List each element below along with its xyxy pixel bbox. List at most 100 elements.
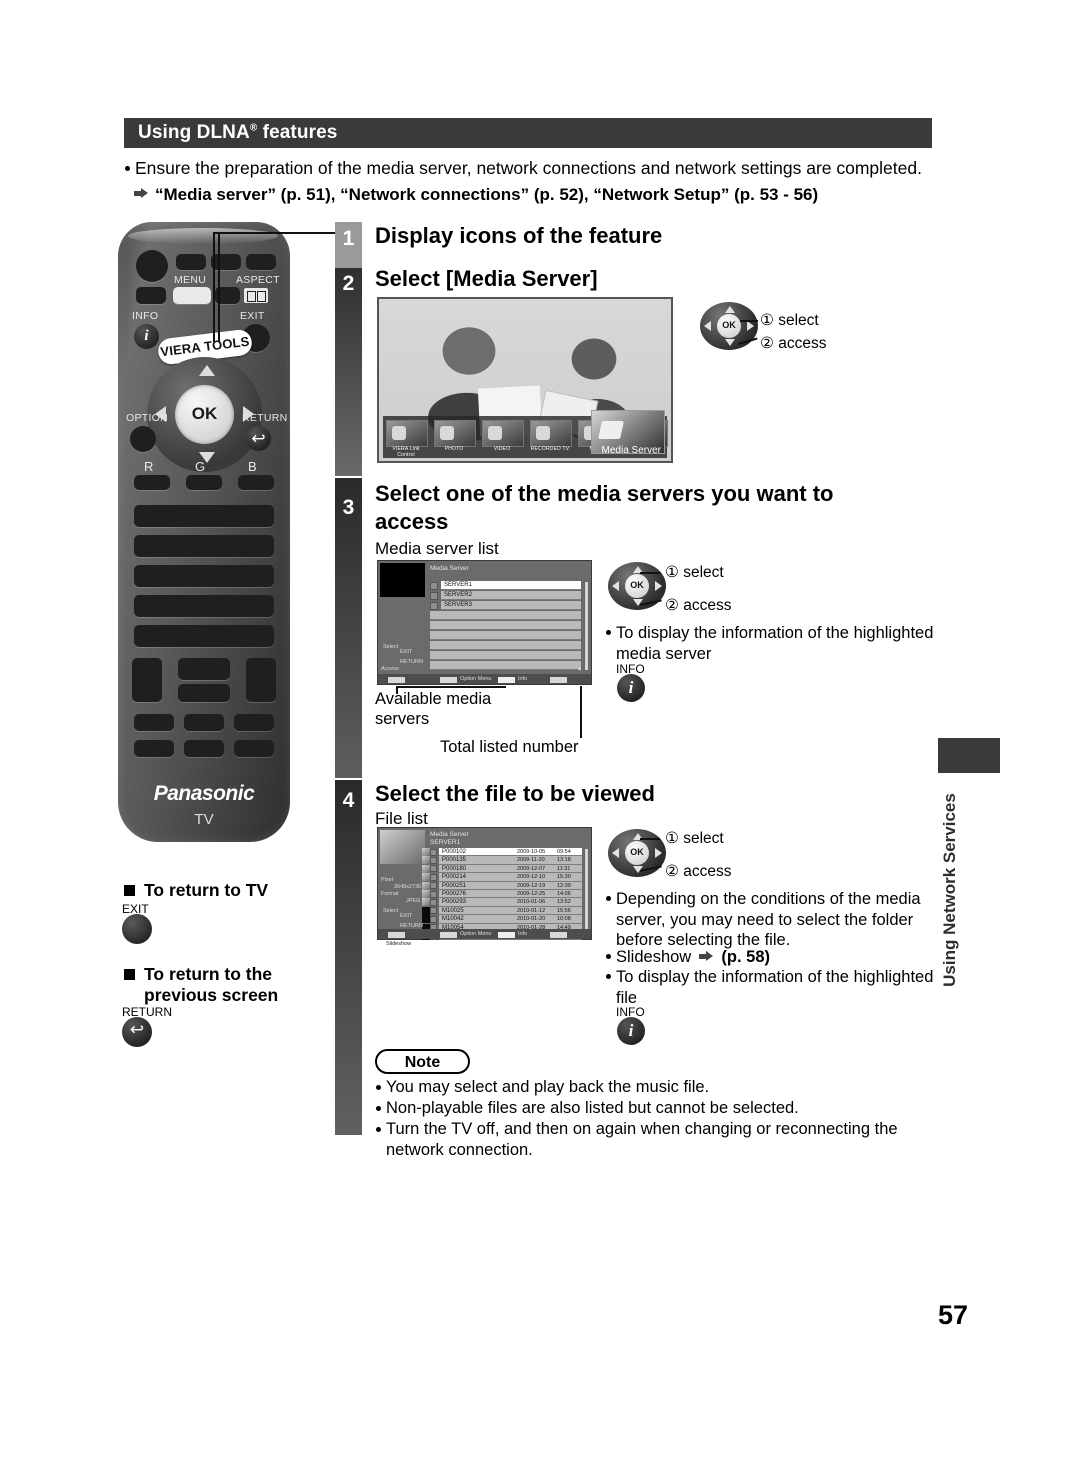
table-row[interactable]: SERVER3 [441, 601, 581, 610]
file-thumbnail [422, 848, 430, 856]
osd-title: Media Server [430, 831, 469, 838]
remote-control-illustration: MENU ASPECT INFO i EXIT VIERA TOOLS OK O… [118, 222, 290, 842]
note-item: Turn the TV off, and then on again when … [375, 1119, 931, 1161]
osd-footer-info[interactable]: Info [518, 675, 527, 683]
media-server-caption: Media Server [601, 445, 661, 456]
file-type-badge [430, 882, 437, 890]
remote-wide-button-5[interactable] [134, 625, 274, 647]
info-icon[interactable]: i [617, 674, 645, 702]
red-button[interactable] [134, 475, 170, 490]
icon-viera-link-control[interactable] [386, 420, 428, 447]
remote-center-button-1[interactable] [178, 658, 230, 680]
volume-rocker[interactable] [132, 658, 162, 702]
color-button-yellow[interactable] [498, 677, 515, 683]
scrollbar[interactable] [584, 848, 589, 930]
option-button[interactable] [130, 426, 156, 452]
table-row[interactable]: P000276 2009-12-25 14:06 [439, 890, 582, 899]
return-icon[interactable] [246, 426, 271, 451]
remote-center-button-2[interactable] [178, 684, 230, 702]
remote-bottom-button-4[interactable] [134, 740, 174, 757]
remote-bottom-button-6[interactable] [234, 740, 274, 757]
remote-bottom-button-1[interactable] [134, 714, 174, 731]
channel-rocker[interactable] [246, 658, 276, 702]
dpad-up-icon[interactable] [199, 365, 215, 376]
to-return-prev-heading: To return to the [124, 964, 272, 985]
file-time: 14:06 [557, 891, 571, 897]
file-date: 2009-12-19 [517, 882, 546, 889]
leader-line-step4-select [640, 838, 660, 840]
table-row[interactable]: P000214 2009-12-10 15:30 [439, 873, 582, 882]
caption-step2-access: ② access [760, 335, 827, 352]
ok-button-icon: OK [625, 574, 649, 598]
info-icon[interactable]: i [134, 324, 159, 349]
dpad-callout-step4: OK [608, 829, 666, 877]
scrollbar[interactable] [584, 581, 589, 671]
table-row[interactable]: P000251 2009-12-19 12:39 [439, 881, 582, 890]
color-button-green[interactable] [440, 677, 457, 683]
table-row[interactable]: P000102 2009-10-05 09:54 [439, 848, 582, 857]
remote-wide-button-3[interactable] [134, 565, 274, 587]
osd-footer-info[interactable]: Info [518, 930, 527, 938]
table-row[interactable]: M10042 2010-01-20 10:08 [439, 915, 582, 924]
file-type-badge [430, 915, 437, 923]
remote-top-button-2[interactable] [211, 254, 241, 270]
table-row-empty [430, 641, 581, 650]
dpad-right-icon [655, 581, 662, 591]
color-button-green[interactable] [440, 932, 457, 938]
table-row[interactable]: P000180 2009-12-07 11:31 [439, 864, 582, 874]
aspect-button[interactable] [244, 288, 268, 303]
blue-button[interactable] [238, 475, 274, 490]
remote-top-button-3[interactable] [246, 254, 276, 270]
remote-left-button[interactable] [136, 287, 166, 304]
power-button[interactable] [136, 250, 168, 282]
page-number: 57 [937, 1300, 968, 1330]
file-thumbnail [422, 898, 430, 907]
green-button[interactable] [186, 475, 222, 490]
file-date: 2009-12-10 [517, 874, 546, 881]
color-button-red[interactable] [388, 932, 405, 938]
icon-label-viera-link-control: VIERA Link Control [392, 446, 420, 458]
table-row[interactable]: P000135 2009-11-20 13:18 [439, 856, 582, 865]
exit-button-icon[interactable] [122, 914, 152, 944]
caption-step3-select: ① select [665, 564, 724, 581]
menu-button[interactable] [173, 287, 211, 304]
ok-button[interactable]: OK [175, 385, 234, 444]
color-button-blue[interactable] [550, 932, 567, 938]
color-button-blue[interactable] [550, 677, 567, 683]
remote-bottom-button-5[interactable] [184, 740, 224, 757]
remote-wide-button-2[interactable] [134, 535, 274, 557]
icon-video[interactable] [482, 420, 524, 447]
info-icon[interactable]: i [617, 1017, 645, 1045]
table-row[interactable]: SERVER1 [441, 581, 581, 590]
color-button-yellow[interactable] [498, 932, 515, 938]
icon-recorded-tv[interactable] [530, 420, 572, 447]
osd-footer-slideshow[interactable]: Slideshow [386, 940, 411, 948]
step-4-heading: Select the file to be viewed [375, 781, 655, 806]
color-button-red[interactable] [388, 677, 405, 683]
icon-label-video: VIDEO [493, 446, 511, 452]
remote-wide-button-4[interactable] [134, 595, 274, 617]
osd-footer-option-menu[interactable]: Option Menu [460, 930, 492, 938]
to-return-to-tv-heading: To return to TV [124, 880, 268, 901]
remote-bottom-button-2[interactable] [184, 714, 224, 731]
icon-photo[interactable] [434, 420, 476, 447]
file-thumbnail [422, 915, 430, 924]
osd-server-name: SERVER1 [430, 839, 461, 846]
file-thumbnail [422, 906, 430, 915]
table-row-empty [430, 661, 581, 670]
note-item: Non-playable files are also listed but c… [375, 1098, 936, 1119]
remote-top-button-1[interactable] [176, 254, 206, 270]
file-date: 2009-10-05 [517, 849, 546, 855]
remote-wide-button-1[interactable] [134, 505, 274, 527]
table-row[interactable]: P000293 2010-01-06 13:52 [439, 898, 582, 907]
table-row[interactable]: M10025 2010-01-12 15:56 [439, 906, 582, 916]
file-time: 15:56 [557, 907, 571, 914]
return-icon[interactable] [122, 1017, 152, 1047]
file-list-screen: Media Server SERVER1 P000102 2009-10-05 09… [377, 827, 592, 947]
file-name: P000276 [442, 891, 467, 897]
remote-bottom-button-3[interactable] [234, 714, 274, 731]
caption-step4-select: ① select [665, 830, 724, 847]
file-name: P000180 [442, 865, 467, 872]
table-row[interactable]: SERVER2 [441, 591, 581, 600]
osd-footer-option-menu[interactable]: Option Menu [460, 675, 492, 683]
